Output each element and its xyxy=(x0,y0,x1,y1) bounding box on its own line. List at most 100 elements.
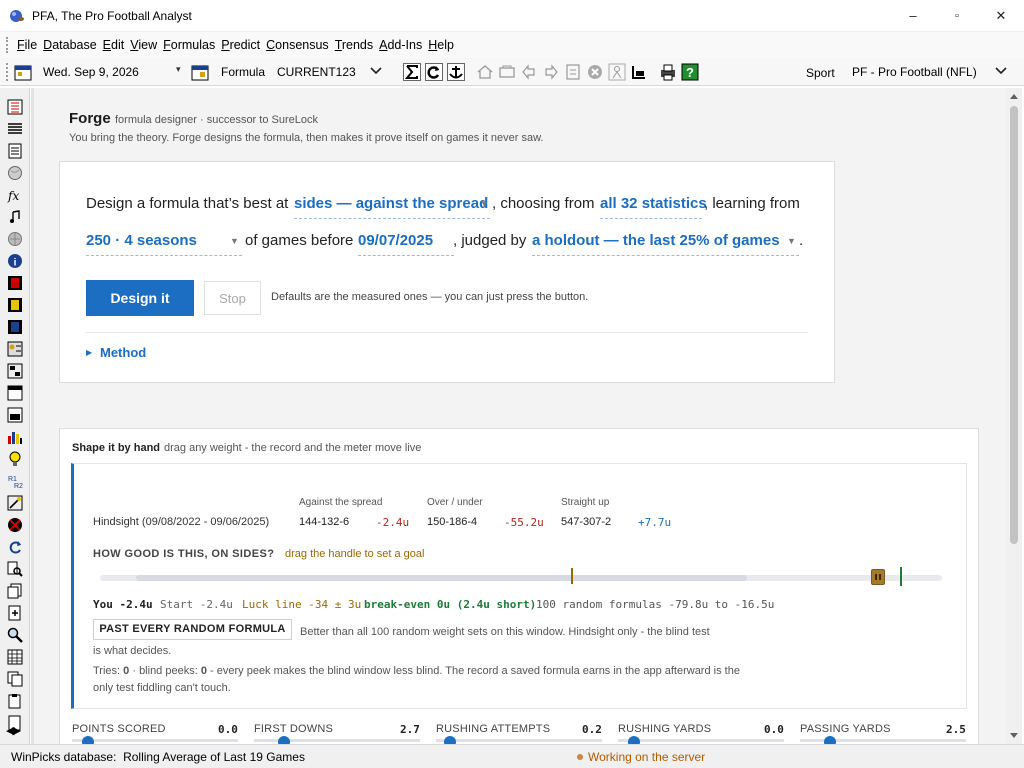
cycle-icon[interactable] xyxy=(7,539,23,555)
tries-label: Tries: xyxy=(93,665,121,677)
menu-view[interactable]: View xyxy=(130,38,157,52)
copy-icon[interactable] xyxy=(7,671,23,687)
tools-icon[interactable] xyxy=(498,63,516,81)
globe-icon[interactable] xyxy=(7,165,23,181)
gear-list-icon[interactable] xyxy=(7,341,23,357)
magnifier-icon[interactable] xyxy=(7,627,23,643)
target-icon[interactable] xyxy=(7,517,23,533)
title-bar: PFA, The Pro Football Analyst – ▫ ✕ xyxy=(0,0,1024,32)
goal-meter[interactable] xyxy=(100,575,942,581)
weight-slider[interactable] xyxy=(72,739,238,742)
close-button[interactable]: ✕ xyxy=(986,6,1016,26)
wizard-icon[interactable] xyxy=(7,495,23,511)
list-icon[interactable] xyxy=(7,121,23,137)
world-icon[interactable] xyxy=(7,231,23,247)
weight-slider-handle[interactable] xyxy=(278,736,290,744)
vertical-scrollbar[interactable] xyxy=(1006,88,1022,744)
weight-slider-handle[interactable] xyxy=(824,736,836,744)
formula-select[interactable]: CURRENT123 xyxy=(277,65,356,79)
weight-slider-handle[interactable] xyxy=(444,736,456,744)
menu-database[interactable]: Database xyxy=(43,38,97,52)
menu-grip[interactable] xyxy=(6,37,9,53)
scroll-up-icon[interactable] xyxy=(1009,92,1019,100)
cancel-circle-icon[interactable] xyxy=(586,63,604,81)
person-icon[interactable] xyxy=(608,63,626,81)
menu-predict[interactable]: Predict xyxy=(221,38,260,52)
judging-select[interactable]: a holdout — the last 25% of games xyxy=(532,232,799,256)
games-grid-icon[interactable] xyxy=(7,99,23,115)
arrow-left-icon[interactable] xyxy=(520,63,538,81)
objective-select[interactable]: sides — against the spread xyxy=(294,195,490,219)
document-stack-icon[interactable] xyxy=(7,583,23,599)
scrollbar-thumb[interactable] xyxy=(1010,106,1018,544)
cutoff-date-field[interactable]: 09/07/2025 xyxy=(358,232,454,256)
refresh-icon[interactable] xyxy=(425,63,443,81)
formula-calendar-icon[interactable] xyxy=(191,63,209,81)
help-icon[interactable]: ? xyxy=(681,63,699,81)
arrow-right-icon[interactable] xyxy=(542,63,560,81)
ou-record: 150-186-4 xyxy=(427,516,478,528)
sport-select[interactable]: PF - Pro Football (NFL) xyxy=(852,65,977,79)
menu-edit[interactable]: Edit xyxy=(103,38,125,52)
weight-slider[interactable] xyxy=(618,739,784,742)
sigma-icon[interactable] xyxy=(403,63,421,81)
seasons-caret-icon[interactable]: ▼ xyxy=(230,236,239,246)
search-doc-icon[interactable] xyxy=(7,561,23,577)
calendar-icon[interactable] xyxy=(14,63,32,81)
sport-chevron-down-icon[interactable] xyxy=(995,63,1007,77)
menu-bar: File Database Edit View Formulas Predict… xyxy=(0,32,1024,58)
column-icon[interactable] xyxy=(630,63,648,81)
film-yellow-icon[interactable] xyxy=(7,297,23,313)
report-icon[interactable] xyxy=(7,143,23,159)
info-icon[interactable]: i xyxy=(7,253,23,269)
panel-list-icon[interactable] xyxy=(7,363,23,379)
menu-consensus[interactable]: Consensus xyxy=(266,38,329,52)
stop-button[interactable]: Stop xyxy=(204,281,261,315)
objective-caret-icon[interactable]: ▼ xyxy=(480,199,489,209)
menu-add-ins[interactable]: Add-Ins xyxy=(379,38,422,52)
paste-icon[interactable] xyxy=(7,693,23,709)
window-split-icon[interactable] xyxy=(7,407,23,423)
judging-caret-icon[interactable]: ▼ xyxy=(787,236,796,246)
random-formula-band xyxy=(136,575,747,581)
method-expand-icon[interactable]: ▶ xyxy=(86,348,92,357)
design-it-button[interactable]: Design it xyxy=(86,280,194,316)
weight-value: 0.2 xyxy=(582,723,602,736)
database-value: Rolling Average of Last 19 Games xyxy=(123,750,305,764)
function-icon[interactable]: fx xyxy=(7,187,23,203)
weight-slider-handle[interactable] xyxy=(82,736,94,744)
document-swap-icon[interactable] xyxy=(564,63,582,81)
menu-help[interactable]: Help xyxy=(428,38,454,52)
toolbar-grip[interactable] xyxy=(6,63,9,81)
music-note-icon[interactable] xyxy=(7,209,23,225)
film-blue-icon[interactable] xyxy=(7,319,23,335)
bar-chart-icon[interactable] xyxy=(7,429,23,445)
card-divider xyxy=(86,332,808,333)
print-icon[interactable] xyxy=(659,63,677,81)
weight-slider-handle[interactable] xyxy=(628,736,640,744)
scroll-down-icon[interactable] xyxy=(1009,732,1019,740)
lightbulb-icon[interactable] xyxy=(7,451,23,467)
maximize-button[interactable]: ▫ xyxy=(942,6,972,26)
method-toggle[interactable]: Method xyxy=(100,345,146,360)
you-value: You -2.4u xyxy=(93,598,153,611)
date-dropdown-icon[interactable]: ▾ xyxy=(176,64,181,75)
goal-handle[interactable] xyxy=(871,569,885,585)
window-icon[interactable] xyxy=(7,385,23,401)
film-red-icon[interactable] xyxy=(7,275,23,291)
seasons-select[interactable]: 250 · 4 seasons xyxy=(86,232,242,256)
toolbar-scroll-arrows[interactable]: ◀▶ xyxy=(6,724,21,737)
date-field[interactable]: Wed. Sep 9, 2026 xyxy=(43,65,139,79)
sort-icon[interactable]: R1R2 xyxy=(7,473,23,489)
menu-file[interactable]: File xyxy=(17,38,37,52)
statistics-select[interactable]: all 32 statistics xyxy=(600,195,707,219)
minimize-button[interactable]: – xyxy=(898,6,928,26)
menu-trends[interactable]: Trends xyxy=(335,38,373,52)
document-add-icon[interactable] xyxy=(7,605,23,621)
spreadsheet-icon[interactable] xyxy=(7,649,23,665)
menu-formulas[interactable]: Formulas xyxy=(163,38,215,52)
weight-slider[interactable] xyxy=(436,739,602,742)
formula-chevron-down-icon[interactable] xyxy=(370,63,382,77)
home-icon[interactable] xyxy=(476,63,494,81)
anchor-icon[interactable] xyxy=(447,63,465,81)
